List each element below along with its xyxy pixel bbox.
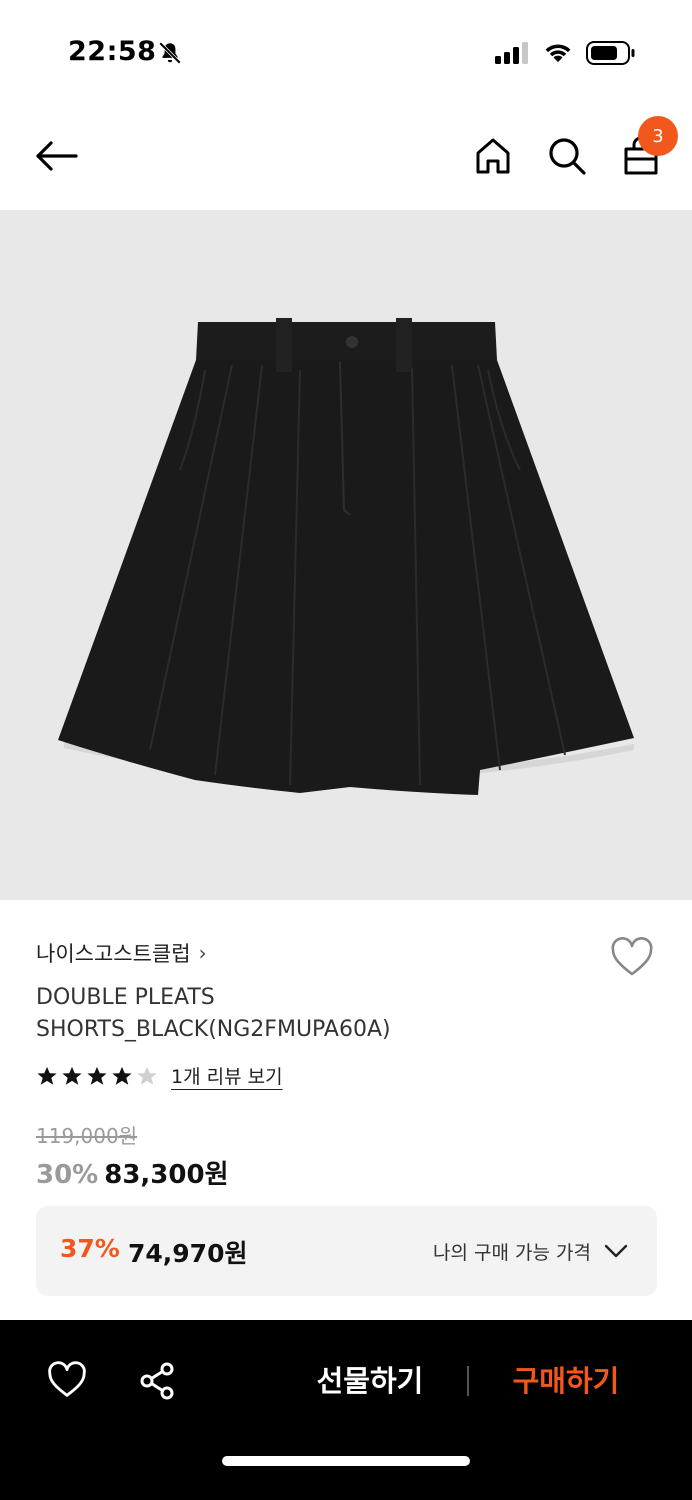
- share-icon: [140, 1362, 174, 1400]
- chevron-right-icon: ›: [198, 941, 207, 965]
- member-price: 74,970원: [128, 1239, 248, 1268]
- top-nav: [0, 100, 692, 210]
- buy-button[interactable]: 구매하기: [496, 1358, 636, 1404]
- star-filled-icon: [87, 1066, 107, 1085]
- discount-rate: 30%: [36, 1160, 99, 1190]
- review-link[interactable]: 1개 리뷰 보기: [171, 1062, 283, 1089]
- chevron-down-icon: [604, 1244, 628, 1258]
- status-time: 22:58: [68, 36, 157, 67]
- sale-price: 83,300원: [104, 1160, 229, 1190]
- cart-count-badge: 3: [638, 116, 678, 156]
- product-name: DOUBLE PLEATS SHORTS_BLACK(NG2FMUPA60A): [36, 985, 391, 1042]
- star-empty-icon: [137, 1066, 157, 1085]
- heart-outline-icon: [48, 1361, 86, 1397]
- cellular-signal-icon: [495, 42, 528, 64]
- search-button[interactable]: [546, 135, 588, 177]
- brand-link[interactable]: 나이스고스트클럽 ›: [36, 938, 207, 968]
- share-button[interactable]: [136, 1360, 178, 1402]
- like-button[interactable]: [46, 1360, 88, 1402]
- search-icon: [549, 138, 586, 175]
- battery-icon: [586, 41, 635, 65]
- gift-button[interactable]: 선물하기: [300, 1358, 440, 1404]
- member-price-label: 나의 구매 가능 가격: [433, 1242, 591, 1264]
- star-filled-icon: [112, 1066, 132, 1085]
- button-divider: [467, 1366, 469, 1396]
- bottom-action-bar: 선물하기 구매하기: [0, 1320, 692, 1500]
- back-button[interactable]: [30, 134, 82, 178]
- wifi-icon: [545, 44, 571, 62]
- home-indicator: [222, 1456, 470, 1466]
- home-button[interactable]: [472, 135, 514, 177]
- heart-outline-icon: [611, 937, 653, 976]
- member-price-dropdown[interactable]: 37% 74,970원 나의 구매 가능 가격: [36, 1206, 657, 1296]
- rating-row: 1개 리뷰 보기: [36, 1062, 283, 1089]
- home-icon: [476, 138, 510, 174]
- original-price: 119,000원: [36, 1124, 138, 1148]
- wishlist-button[interactable]: [610, 936, 654, 980]
- brand-name: 나이스고스트클럽: [36, 942, 191, 966]
- star-filled-icon: [37, 1066, 57, 1085]
- member-discount-rate: 37%: [60, 1234, 120, 1263]
- back-arrow-icon: [36, 141, 78, 171]
- status-bar: 22:58: [0, 0, 692, 100]
- sale-price-row: 30% 83,300원: [36, 1154, 229, 1191]
- product-image[interactable]: [0, 210, 692, 900]
- pleated-shorts-image: [58, 318, 634, 795]
- star-filled-icon: [62, 1066, 82, 1085]
- bell-slash-icon: [159, 42, 181, 64]
